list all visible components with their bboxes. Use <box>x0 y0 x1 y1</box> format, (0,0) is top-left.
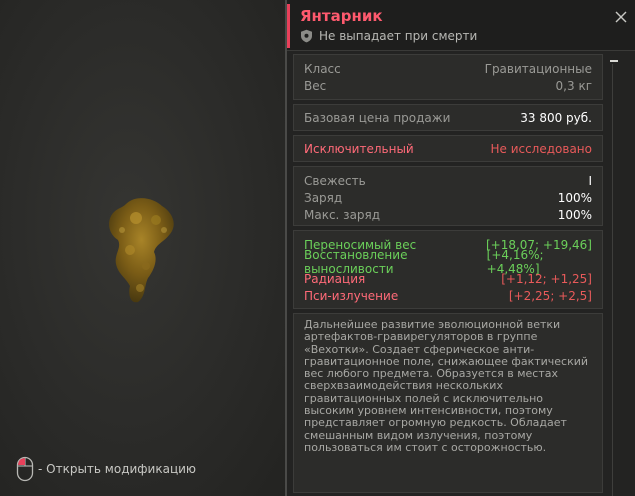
freshness-label: Свежесть <box>304 173 366 188</box>
research-status: Не исследовано <box>490 141 592 156</box>
effect-label: Радиация <box>304 271 366 286</box>
item-title: Янтарник <box>300 7 383 25</box>
subtitle-label: Не выпадает при смерти <box>319 29 478 43</box>
price-value: 33 800 руб. <box>520 110 592 125</box>
price-card: Базовая цена продажи 33 800 руб. <box>293 104 603 131</box>
charge-value: 100% <box>557 190 592 205</box>
open-modification-hint[interactable]: - Открыть модификацию <box>16 456 196 482</box>
item-description: Дальнейшее развитие эволюционной ветки а… <box>304 318 589 454</box>
effect-value: [+2,25; +2,5] <box>508 288 592 303</box>
max-charge-label: Макс. заряд <box>304 207 381 222</box>
class-label: Класс <box>304 61 341 76</box>
item-subtitle: Не выпадает при смерти <box>300 29 477 43</box>
effect-label: Пси-излучение <box>304 288 399 303</box>
class-row: Класс Гравитационные <box>304 60 592 77</box>
close-button[interactable] <box>614 10 628 24</box>
description-card: Дальнейшее развитие эволюционной ветки а… <box>293 313 603 493</box>
effect-value: [+1,12; +1,25] <box>501 271 592 286</box>
weight-row: Вес 0,3 кг <box>304 77 592 94</box>
effect-row: Восстановление выносливости [+4,16%; +4,… <box>304 248 592 276</box>
freshness-value: I <box>588 173 592 188</box>
artifact-model[interactable] <box>96 190 186 310</box>
effects-card: Переносимый вес [+18,07; +19,46] Восстан… <box>293 230 603 309</box>
charge-row: Заряд 100% <box>304 189 592 206</box>
freshness-row: Свежесть I <box>304 172 592 189</box>
charge-label: Заряд <box>304 190 343 205</box>
details-scrollbar[interactable] <box>610 54 618 496</box>
basic-stats-card: Класс Гравитационные Вес 0,3 кг <box>293 54 603 100</box>
class-value: Гравитационные <box>484 61 592 76</box>
item-inspect-screen: - Открыть модификацию Янтарник Не выпада… <box>0 0 635 496</box>
condition-card: Свежесть I Заряд 100% Макс. заряд 100% <box>293 166 603 226</box>
rarity-card: Исключительный Не исследовано <box>293 135 603 162</box>
scroll-track[interactable] <box>612 64 613 496</box>
weight-label: Вес <box>304 78 327 93</box>
rarity-label: Исключительный <box>304 141 414 156</box>
item-header: Янтарник Не выпадает при смерти <box>287 0 635 51</box>
mouse-icon <box>16 456 34 482</box>
close-icon <box>615 11 627 23</box>
scroll-thumb[interactable] <box>610 60 618 62</box>
rarity-row: Исключительный Не исследовано <box>304 140 592 157</box>
shield-icon <box>301 29 312 43</box>
price-row: Базовая цена продажи 33 800 руб. <box>304 109 592 126</box>
artifact-viewer[interactable]: - Открыть модификацию <box>0 0 285 496</box>
max-charge-row: Макс. заряд 100% <box>304 206 592 223</box>
max-charge-value: 100% <box>557 207 592 222</box>
price-label: Базовая цена продажи <box>304 110 451 125</box>
item-details: Класс Гравитационные Вес 0,3 кг Базовая … <box>293 54 603 496</box>
item-info-panel: Янтарник Не выпадает при смерти Класс Гр… <box>285 0 635 496</box>
header-accent-bar <box>287 4 290 48</box>
weight-value: 0,3 кг <box>555 78 592 93</box>
hint-label: - Открыть модификацию <box>38 462 197 476</box>
effect-row: Пси-излучение [+2,25; +2,5] <box>304 287 592 304</box>
